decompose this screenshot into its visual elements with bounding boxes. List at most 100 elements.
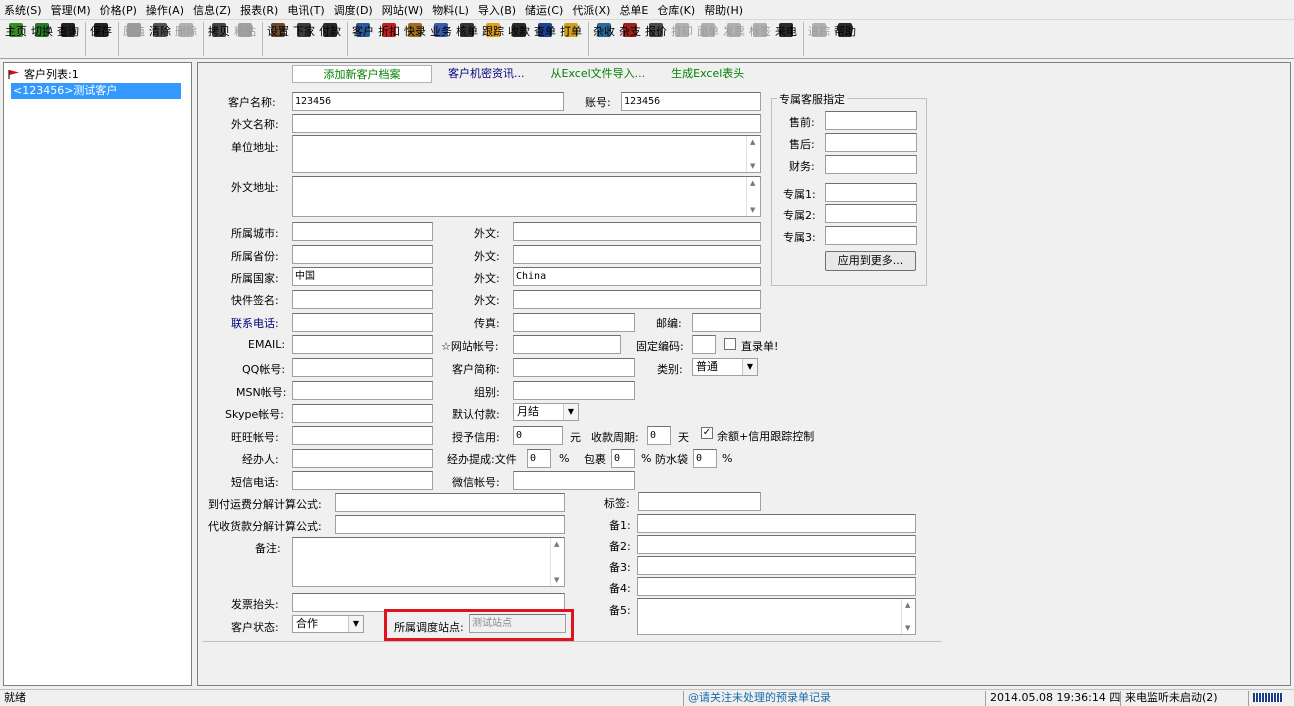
tab-customer-confidential[interactable]: 客户机密资讯... (438, 65, 535, 83)
toolbar-button[interactable]: 保存 (89, 20, 113, 58)
vertical-scrollbar[interactable]: ▲ ▼ (746, 136, 760, 172)
aftersale-input[interactable] (825, 133, 917, 152)
apply-more-button[interactable]: 应用到更多... (825, 251, 916, 271)
remark3-input[interactable] (637, 556, 916, 575)
list-item[interactable]: <123456>测试客户 (11, 83, 181, 99)
menu-item[interactable]: 网站(W) (382, 2, 423, 18)
toolbar-button[interactable]: 来电 (774, 20, 798, 58)
chevron-down-icon[interactable]: ▼ (563, 404, 578, 420)
toolbar-button[interactable]: 拷贝 (207, 20, 231, 58)
toolbar-button[interactable]: 客户 (351, 20, 375, 58)
toolbar-button[interactable]: 收款 (507, 20, 531, 58)
qq-input[interactable] (292, 358, 433, 377)
toolbar-button[interactable]: 追踪 (807, 20, 831, 58)
menu-item[interactable]: 价格(P) (100, 2, 137, 18)
menu-item[interactable]: 导入(B) (478, 2, 516, 18)
toolbar-button[interactable]: 杂支 (618, 20, 642, 58)
country-input[interactable]: 中国 (292, 267, 433, 286)
toolbar-button[interactable]: 打单 (559, 20, 583, 58)
dedicated2-input[interactable] (825, 204, 917, 223)
toolbar-button[interactable]: 粘贴 (233, 20, 257, 58)
toolbar-button[interactable]: 跟踪 (481, 20, 505, 58)
freight-formula-input[interactable] (335, 493, 565, 512)
chevron-down-icon[interactable]: ▼ (348, 616, 363, 632)
msn-input[interactable] (292, 381, 433, 400)
toolbar-button[interactable]: 付款 (318, 20, 342, 58)
status-notice[interactable]: @请关注未处理的预录单记录 (683, 691, 983, 706)
finance-input[interactable] (825, 155, 917, 174)
note-textarea[interactable]: ▲ ▼ (292, 537, 565, 587)
toolbar-button[interactable]: 清除 (148, 20, 172, 58)
email-input[interactable] (292, 335, 433, 354)
toolbar-button[interactable]: 原值 (122, 20, 146, 58)
toolbar-button[interactable]: 查询 (56, 20, 80, 58)
city-foreign-input[interactable] (513, 222, 761, 241)
menu-item[interactable]: 系统(S) (4, 2, 42, 18)
menu-item[interactable]: 代派(X) (572, 2, 610, 18)
phone-input[interactable] (292, 313, 433, 332)
remark1-input[interactable] (637, 514, 916, 533)
category-select[interactable]: 普通 ▼ (692, 358, 758, 376)
vertical-scrollbar[interactable]: ▲ ▼ (550, 538, 564, 586)
collect-formula-input[interactable] (335, 515, 565, 534)
fixed-code-input[interactable] (692, 335, 716, 354)
toolbar-button[interactable]: 面单 (696, 20, 720, 58)
chevron-down-icon[interactable]: ▼ (742, 359, 757, 375)
skype-input[interactable] (292, 404, 433, 423)
toolbar-button[interactable]: 下家 (292, 20, 316, 58)
fax-input[interactable] (513, 313, 635, 332)
foreign-address-textarea[interactable]: ▲ ▼ (292, 176, 761, 217)
zip-input[interactable] (692, 313, 761, 332)
city-input[interactable] (292, 222, 433, 241)
balance-control-checkbox[interactable]: ✓ (701, 427, 713, 439)
vertical-scrollbar[interactable]: ▲ ▼ (901, 599, 915, 634)
remark4-input[interactable] (637, 577, 916, 596)
package-input[interactable]: 0 (611, 449, 635, 468)
bag-input[interactable]: 0 (693, 449, 717, 468)
menu-item[interactable]: 报表(R) (240, 2, 278, 18)
toolbar-button[interactable]: 查单 (533, 20, 557, 58)
commission-file-input[interactable]: 0 (527, 449, 551, 468)
province-foreign-input[interactable] (513, 245, 761, 264)
toolbar-button[interactable]: 主页 (4, 20, 28, 58)
wechat-input[interactable] (513, 471, 635, 490)
toolbar-button[interactable]: 核单 (455, 20, 479, 58)
menu-item[interactable]: 电讯(T) (287, 2, 324, 18)
dedicated3-input[interactable] (825, 226, 917, 245)
toolbar-button[interactable]: 折扣 (377, 20, 401, 58)
dedicated1-input[interactable] (825, 183, 917, 202)
menu-item[interactable]: 操作(A) (146, 2, 184, 18)
toolbar-button[interactable]: 业务 (429, 20, 453, 58)
tab-generate-excel-header[interactable]: 生成Excel表头 (661, 65, 754, 83)
menu-item[interactable]: 管理(M) (51, 2, 91, 18)
toolbar-button[interactable]: 标签 (748, 20, 772, 58)
tag-input[interactable] (638, 492, 761, 511)
status-select[interactable]: 合作 ▼ (292, 615, 364, 633)
quick-sign-input[interactable] (292, 290, 433, 309)
toolbar-button[interactable]: 杂收 (592, 20, 616, 58)
default-pay-select[interactable]: 月结 ▼ (513, 403, 579, 421)
tab-add-customer[interactable]: 添加新客户档案 (292, 65, 432, 83)
sms-input[interactable] (292, 471, 433, 490)
agent-input[interactable] (292, 449, 433, 468)
presale-input[interactable] (825, 111, 917, 130)
toolbar-button[interactable]: 帮助 (833, 20, 857, 58)
wangwang-input[interactable] (292, 426, 433, 445)
toolbar-button[interactable]: 发票 (722, 20, 746, 58)
remark2-input[interactable] (637, 535, 916, 554)
toolbar-button[interactable]: 删除 (174, 20, 198, 58)
toolbar-button[interactable]: 设置 (266, 20, 290, 58)
foreign-name-input[interactable] (292, 114, 761, 133)
direct-entry-checkbox[interactable] (724, 338, 736, 350)
address-textarea[interactable]: ▲ ▼ (292, 135, 761, 173)
vertical-scrollbar[interactable]: ▲ ▼ (746, 177, 760, 216)
toolbar-button[interactable]: 报价 (644, 20, 668, 58)
menu-item[interactable]: 信息(Z) (193, 2, 231, 18)
menu-item[interactable]: 储运(C) (525, 2, 563, 18)
toolbar-button[interactable]: 快录 (403, 20, 427, 58)
short-name-input[interactable] (513, 358, 635, 377)
menu-item[interactable]: 总单E (619, 2, 648, 18)
toolbar-button[interactable]: 打印 (670, 20, 694, 58)
account-input[interactable]: 123456 (621, 92, 761, 111)
credit-input[interactable]: 0 (513, 426, 563, 445)
